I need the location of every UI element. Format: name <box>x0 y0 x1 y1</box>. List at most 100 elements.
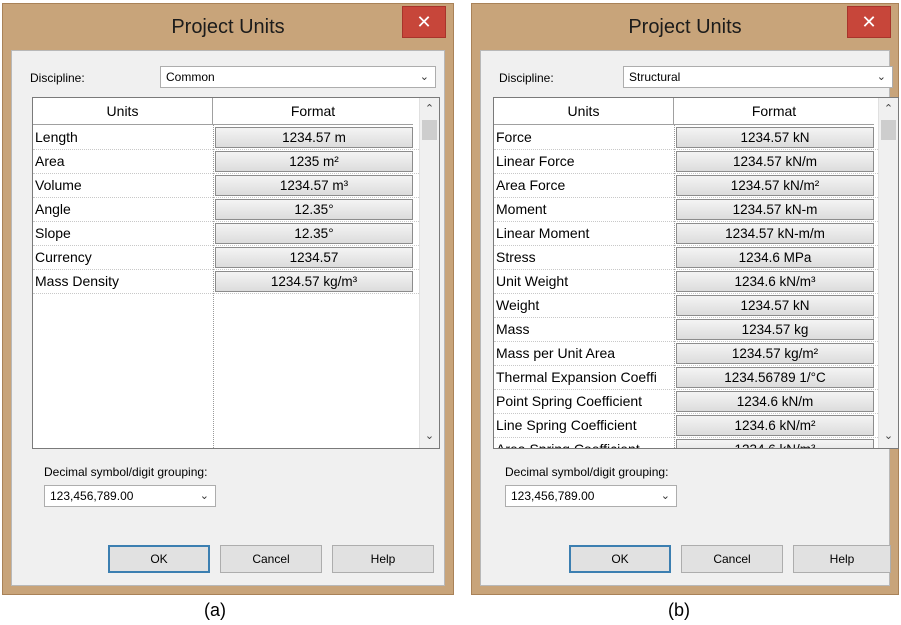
format-button[interactable]: 1234.57 <box>215 247 413 268</box>
format-button[interactable]: 1234.57 kN-m <box>676 199 874 220</box>
format-button[interactable]: 1234.57 kN/m <box>676 151 874 172</box>
units-column-header[interactable]: Units <box>494 98 674 125</box>
table-row[interactable]: Mass Density 1234.57 kg/m³ <box>33 270 419 294</box>
cancel-button[interactable]: Cancel <box>681 545 783 573</box>
table-row[interactable]: Currency 1234.57 <box>33 246 419 270</box>
chevron-down-icon: ⌄ <box>419 71 429 83</box>
decimal-grouping-label: Decimal symbol/digit grouping: <box>44 465 208 479</box>
units-grid[interactable]: Units Format Length 1234.57 m Area 1235 m² V… <box>32 97 440 449</box>
help-button[interactable]: Help <box>332 545 434 573</box>
close-button[interactable]: ✕ <box>402 6 446 38</box>
unit-name-cell: Force <box>496 129 532 145</box>
format-button[interactable]: 1234.6 kN/m² <box>676 415 874 436</box>
format-button[interactable]: 1234.57 kN <box>676 127 874 148</box>
scroll-down-icon[interactable]: ⌄ <box>420 426 439 446</box>
format-button[interactable]: 1234.57 m <box>215 127 413 148</box>
dialog-client-area: Discipline: Common ⌄ Units Format Length… <box>11 50 445 586</box>
table-row[interactable]: Volume 1234.57 m³ <box>33 174 419 198</box>
dialog-title: Project Units <box>171 16 285 38</box>
vertical-scrollbar[interactable]: ⌃ ⌄ <box>419 98 439 448</box>
format-button[interactable]: 1234.57 kN/m² <box>676 175 874 196</box>
unit-name-cell: Slope <box>35 225 71 241</box>
unit-name-cell: Stress <box>496 249 536 265</box>
project-units-dialog-a: Project Units ✕ Discipline: Common ⌄ Uni… <box>2 3 454 595</box>
format-button[interactable]: 1234.6 MPa <box>676 247 874 268</box>
scrollbar-thumb[interactable] <box>422 120 437 140</box>
unit-name-cell: Linear Force <box>496 153 575 169</box>
project-units-dialog-b: Project Units ✕ Discipline: Structural ⌄… <box>471 3 899 595</box>
unit-name-cell: Mass <box>496 321 530 337</box>
table-row[interactable]: Thermal Expansion Coeffi 1234.56789 1/°C <box>494 366 880 390</box>
unit-name-cell: Weight <box>496 297 540 313</box>
unit-name-cell: Length <box>35 129 78 145</box>
unit-name-cell: Mass Density <box>35 273 120 289</box>
table-row[interactable]: Linear Force 1234.57 kN/m <box>494 150 880 174</box>
decimal-grouping-dropdown[interactable]: 123,456,789.00 ⌄ <box>505 485 677 507</box>
format-button[interactable]: 1234.57 kg <box>676 319 874 340</box>
format-button[interactable]: 1234.56789 1/°C <box>676 367 874 388</box>
unit-name-cell: Line Spring Coefficient <box>496 417 637 433</box>
discipline-value: Common <box>166 70 215 84</box>
table-row[interactable]: Area Spring Coefficient 1234.6 kN/m³ <box>494 438 880 448</box>
chevron-down-icon: ⌄ <box>660 490 670 502</box>
scroll-up-icon[interactable]: ⌃ <box>420 99 439 119</box>
dialog-title: Project Units <box>628 16 742 38</box>
figure-caption-a: (a) <box>204 600 226 620</box>
scroll-up-icon[interactable]: ⌃ <box>879 99 898 119</box>
format-button[interactable]: 1234.6 kN/m³ <box>676 439 874 448</box>
dialog-client-area: Discipline: Structural ⌄ Units Format Fo… <box>480 50 899 586</box>
decimal-grouping-dropdown[interactable]: 123,456,789.00 ⌄ <box>44 485 216 507</box>
format-button[interactable]: 1234.6 kN/m³ <box>676 271 874 292</box>
scroll-down-icon[interactable]: ⌄ <box>879 426 898 446</box>
format-button[interactable]: 1234.57 kg/m² <box>676 343 874 364</box>
unit-name-cell: Area <box>35 153 65 169</box>
chevron-down-icon: ⌄ <box>199 490 209 502</box>
table-row[interactable]: Linear Moment 1234.57 kN-m/m <box>494 222 880 246</box>
format-button[interactable]: 1234.57 kN <box>676 295 874 316</box>
units-column-header[interactable]: Units <box>33 98 213 125</box>
format-button[interactable]: 1235 m² <box>215 151 413 172</box>
unit-name-cell: Mass per Unit Area <box>496 345 616 361</box>
cancel-button[interactable]: Cancel <box>220 545 322 573</box>
discipline-value: Structural <box>629 70 681 84</box>
table-row[interactable]: Point Spring Coefficient 1234.6 kN/m <box>494 390 880 414</box>
format-column-header[interactable]: Format <box>674 98 874 125</box>
table-row[interactable]: Area Force 1234.57 kN/m² <box>494 174 880 198</box>
table-row[interactable]: Stress 1234.6 MPa <box>494 246 880 270</box>
scrollbar-thumb[interactable] <box>881 120 896 140</box>
format-button[interactable]: 12.35° <box>215 199 413 220</box>
format-button[interactable]: 1234.57 kN-m/m <box>676 223 874 244</box>
discipline-dropdown[interactable]: Structural ⌄ <box>623 66 893 88</box>
table-row[interactable]: Line Spring Coefficient 1234.6 kN/m² <box>494 414 880 438</box>
format-button[interactable]: 1234.6 kN/m <box>676 391 874 412</box>
close-icon: ✕ <box>861 12 877 32</box>
unit-name-cell: Unit Weight <box>496 273 569 289</box>
unit-name-cell: Area Force <box>496 177 566 193</box>
ok-button[interactable]: OK <box>108 545 210 573</box>
table-row[interactable]: Weight 1234.57 kN <box>494 294 880 318</box>
table-row[interactable]: Slope 12.35° <box>33 222 419 246</box>
ok-button[interactable]: OK <box>569 545 671 573</box>
table-row[interactable]: Area 1235 m² <box>33 150 419 174</box>
discipline-dropdown[interactable]: Common ⌄ <box>160 66 436 88</box>
discipline-label: Discipline: <box>499 71 554 85</box>
format-button[interactable]: 1234.57 m³ <box>215 175 413 196</box>
table-row[interactable]: Length 1234.57 m <box>33 126 419 150</box>
format-button[interactable]: 1234.57 kg/m³ <box>215 271 413 292</box>
unit-name-cell: Moment <box>496 201 547 217</box>
help-button[interactable]: Help <box>793 545 891 573</box>
table-row[interactable]: Unit Weight 1234.6 kN/m³ <box>494 270 880 294</box>
table-row[interactable]: Mass per Unit Area 1234.57 kg/m² <box>494 342 880 366</box>
table-row[interactable]: Force 1234.57 kN <box>494 126 880 150</box>
vertical-scrollbar[interactable]: ⌃ ⌄ <box>878 98 898 448</box>
table-row[interactable]: Angle 12.35° <box>33 198 419 222</box>
unit-name-cell: Angle <box>35 201 71 217</box>
units-grid[interactable]: Units Format Force 1234.57 kN Linear Force… <box>493 97 899 449</box>
unit-name-cell: Linear Moment <box>496 225 590 241</box>
table-row[interactable]: Moment 1234.57 kN-m <box>494 198 880 222</box>
close-icon: ✕ <box>416 12 432 32</box>
format-column-header[interactable]: Format <box>213 98 413 125</box>
format-button[interactable]: 12.35° <box>215 223 413 244</box>
table-row[interactable]: Mass 1234.57 kg <box>494 318 880 342</box>
close-button[interactable]: ✕ <box>847 6 891 38</box>
